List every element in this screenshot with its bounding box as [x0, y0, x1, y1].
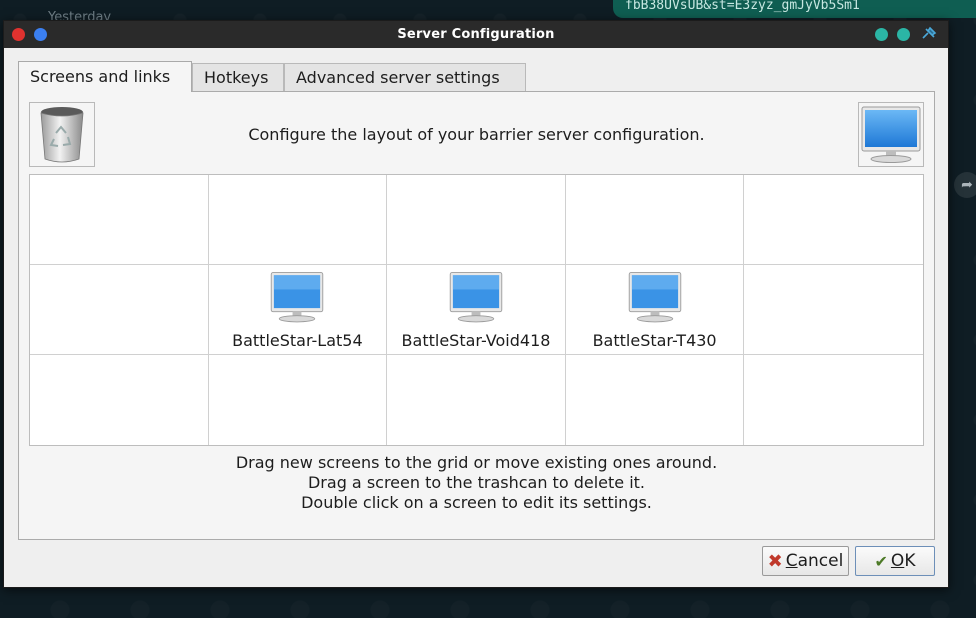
screen-name-label: BattleStar-T430 — [592, 331, 717, 350]
pin-icon[interactable] — [920, 26, 938, 44]
grid-cell[interactable] — [30, 355, 209, 445]
grid-cell[interactable] — [30, 175, 209, 265]
grid-cell[interactable] — [208, 175, 388, 265]
ok-mnemonic: O — [890, 551, 905, 571]
screen-layout-grid[interactable]: BattleStar-Lat54 BattleStar-Void418 Battle… — [29, 174, 924, 446]
screen-item[interactable]: BattleStar-Lat54 — [209, 269, 387, 350]
tab-advanced-server-settings[interactable]: Advanced server settings — [284, 63, 526, 91]
grid-cell[interactable] — [30, 265, 209, 355]
screen-name-label: BattleStar-Lat54 — [232, 331, 363, 350]
ok-label: K — [904, 551, 916, 571]
cancel-mnemonic: C — [785, 551, 798, 571]
help-text: Drag new screens to the grid or move exi… — [19, 453, 934, 513]
minimize-window-button[interactable] — [875, 28, 888, 41]
monitor-icon — [271, 272, 324, 323]
cancel-button[interactable]: ✖ Cancel — [762, 546, 849, 576]
help-line: Drag a screen to the trashcan to delete … — [307, 473, 645, 492]
share-arrow-icon[interactable]: ➦ — [954, 172, 976, 198]
ok-button[interactable]: ✔ OK — [855, 546, 935, 576]
grid-cell[interactable] — [387, 175, 566, 265]
cancel-label: ancel — [797, 551, 844, 571]
help-line: Double click on a screen to edit its set… — [301, 493, 652, 512]
grid-cell[interactable] — [744, 355, 923, 445]
ok-check-icon: ✔ — [874, 551, 888, 571]
grid-cell[interactable] — [744, 265, 923, 355]
monitor-icon — [861, 106, 921, 163]
grid-cell[interactable]: BattleStar-Void418 — [387, 265, 566, 355]
grid-cell[interactable]: BattleStar-Lat54 — [208, 265, 388, 355]
monitor-icon — [449, 272, 503, 323]
shade-window-button[interactable] — [897, 28, 910, 41]
grid-cell[interactable] — [566, 355, 745, 445]
title-bar[interactable]: Server Configuration — [4, 21, 948, 48]
monitor-icon — [628, 272, 681, 323]
tab-hotkeys[interactable]: Hotkeys — [192, 63, 284, 91]
grid-cell[interactable] — [387, 355, 566, 445]
screen-item[interactable]: BattleStar-Void418 — [387, 269, 565, 350]
server-configuration-dialog: Server Configuration Screens and links H… — [3, 20, 949, 588]
screen-name-label: BattleStar-Void418 — [401, 331, 551, 350]
tab-screens-and-links[interactable]: Screens and links — [18, 61, 192, 92]
screen-item[interactable]: BattleStar-T430 — [566, 269, 744, 350]
layout-instruction-text: Configure the layout of your barrier ser… — [248, 125, 705, 144]
screens-and-links-pane: Configure the layout of your barrier ser… — [18, 91, 935, 540]
grid-cell[interactable] — [744, 175, 923, 265]
help-line: Drag new screens to the grid or move exi… — [235, 453, 718, 472]
window-title: Server Configuration — [397, 27, 555, 42]
grid-cell[interactable]: BattleStar-T430 — [565, 265, 745, 355]
background-chat-bubble: fbB38UVsUB&st=E3zyz_gmJyVb5Sm1 — [613, 0, 976, 18]
grid-cell[interactable] — [565, 175, 745, 265]
new-screen-drag-source[interactable] — [858, 102, 924, 167]
grid-cell[interactable] — [209, 355, 388, 445]
cancel-x-icon: ✖ — [767, 550, 783, 572]
